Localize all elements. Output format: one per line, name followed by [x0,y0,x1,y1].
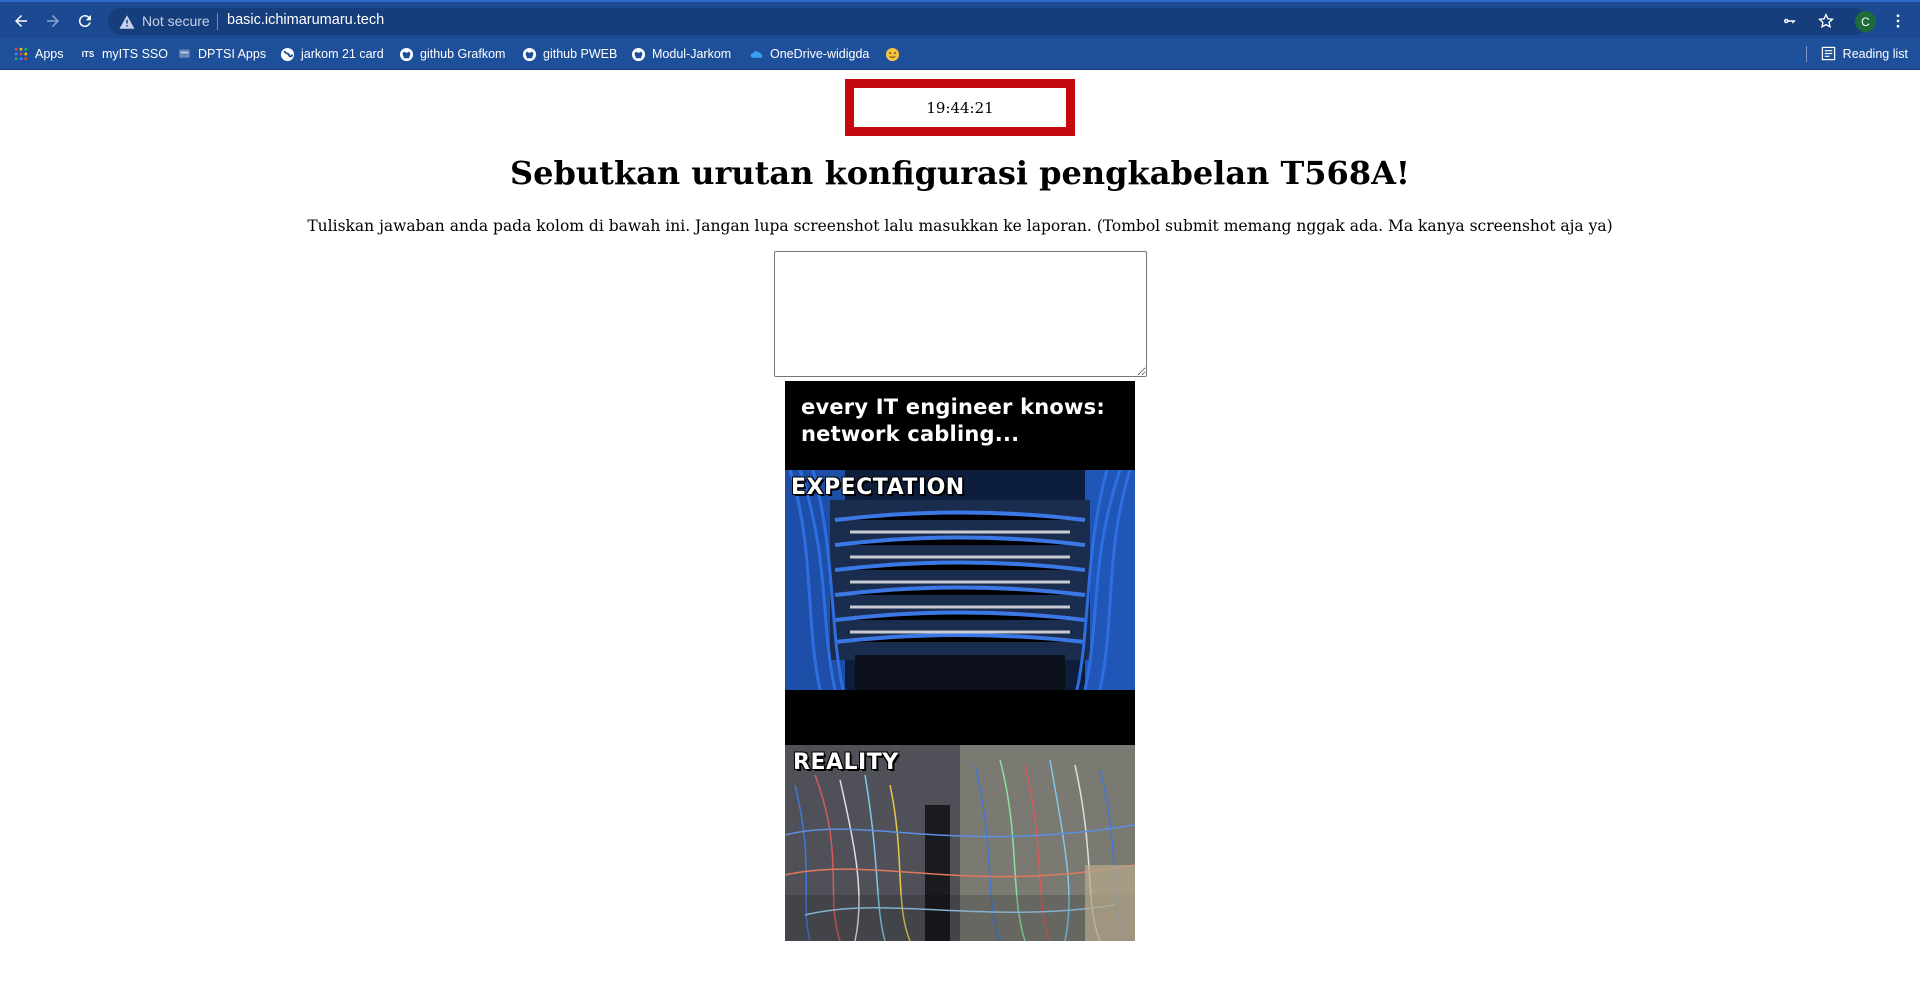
github-icon [521,46,537,62]
forward-button[interactable] [42,10,64,32]
reality-label: REALITY [793,750,899,775]
meme-caption-line2: network cabling... [801,422,1020,446]
meme-image: every IT engineer knows: network cabling… [785,381,1135,941]
star-icon [1818,13,1834,29]
reading-list-button[interactable]: Reading list [1821,44,1908,64]
bookmark-label: github Grafkom [420,47,506,61]
profile-avatar[interactable]: C [1855,11,1876,32]
emoji-icon [884,46,900,62]
warning-icon [119,15,135,29]
password-key-button[interactable] [1779,10,1801,32]
reload-icon [78,15,91,28]
url-text[interactable]: basic.ichimarumaru.tech [227,12,384,28]
bookmark-label: Modul-Jarkom [652,47,732,61]
bookmark-modul-jarkom[interactable]: Modul-Jarkom [630,44,731,64]
browser-chrome: Not secure basic.ichimarumaru.tech C App… [0,0,1920,70]
kebab-menu-icon [1896,14,1900,28]
bookmark-github-grafkom[interactable]: github Grafkom [398,44,505,64]
bookmarks-divider [1806,46,1807,62]
apps-grid-icon [13,46,29,62]
meme-caption-line1: every IT engineer knows: [801,395,1105,419]
bookmark-dptsi-apps[interactable]: DPTSI Apps [176,44,266,64]
bookmark-label: DPTSI Apps [198,47,267,61]
meme-gap [785,690,1135,745]
reading-list-label: Reading list [1842,47,1908,61]
back-arrow-icon [15,15,27,27]
back-button[interactable] [10,10,32,32]
address-bar[interactable]: Not secure basic.ichimarumaru.tech [108,8,1868,35]
key-icon [1784,18,1796,24]
github-icon [630,46,646,62]
onedrive-icon [748,46,764,62]
meme-caption-panel: every IT engineer knows: network cabling… [785,381,1135,470]
forward-arrow-icon [47,15,59,27]
bookmark-label: OneDrive-widigda [770,47,870,61]
security-status[interactable]: Not secure [142,13,210,29]
bookmark-apps[interactable]: Apps [13,44,64,64]
bookmark-github-pweb[interactable]: github PWEB [521,44,617,64]
bookmark-label: github PWEB [543,47,618,61]
bookmark-label: jarkom 21 card [301,47,384,61]
browser-menu-button[interactable] [1887,10,1909,32]
bookmark-jarkom-card[interactable]: jarkom 21 card [279,44,384,64]
reload-button[interactable] [74,10,96,32]
globe-icon [279,46,295,62]
omnibox-divider [217,13,218,30]
expectation-label: EXPECTATION [791,475,965,500]
bookmark-star-button[interactable] [1815,10,1837,32]
its-logo-icon: ITS [81,49,95,59]
meme-caption: every IT engineer knows: network cabling… [801,394,1105,448]
bookmark-label: myITS SSO [102,47,168,61]
instruction-text: Tuliskan jawaban anda pada kolom di bawa… [307,217,1613,235]
expectation-photo [785,470,1135,690]
browser-toolbar: Not secure basic.ichimarumaru.tech C [0,2,1920,38]
bookmarks-bar: Apps ITS myITS SSO DPTSI Apps jarkom 21 … [0,38,1920,70]
bookmark-onedrive[interactable]: OneDrive-widigda [748,44,869,64]
countdown-timer: 19:44:21 [845,79,1075,136]
reading-list-icon [1821,46,1837,62]
answer-textarea[interactable] [774,251,1147,377]
bookmark-myits-sso[interactable]: ITS myITS SSO [80,44,168,64]
github-icon [398,46,414,62]
bookmark-label: Apps [35,47,64,61]
page-title: Sebutkan urutan konfigurasi pengkabelan … [510,154,1410,192]
bookmark-emoji[interactable] [884,44,906,64]
dptsi-icon [176,46,192,62]
